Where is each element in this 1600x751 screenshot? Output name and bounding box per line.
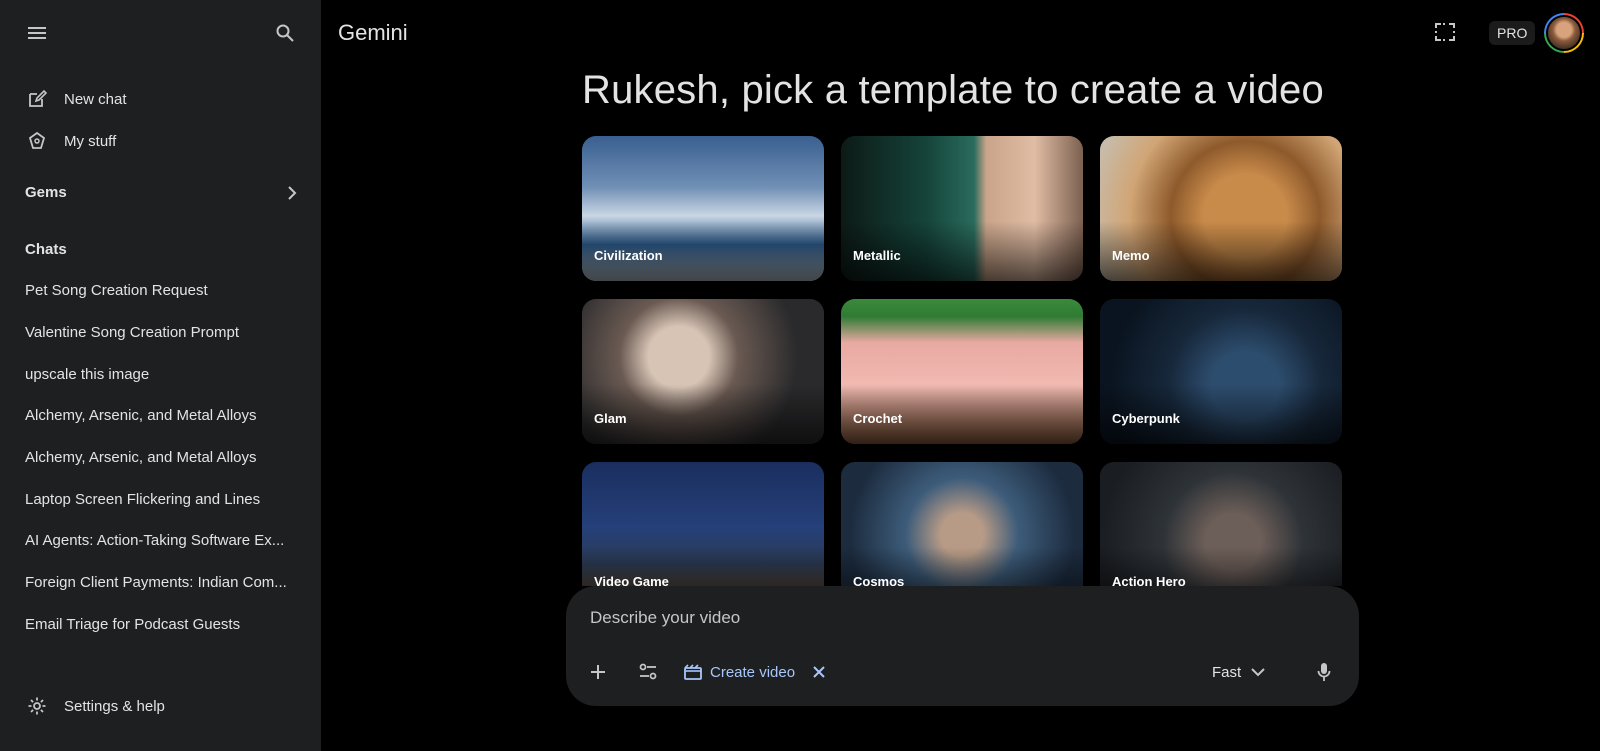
template-label: Civilization xyxy=(594,248,663,263)
template-label: Memo xyxy=(1112,248,1150,263)
edit-icon xyxy=(25,87,49,111)
template-card-glam[interactable]: Glam xyxy=(582,299,824,444)
template-card-memo[interactable]: Memo xyxy=(1100,136,1342,281)
clapperboard-icon xyxy=(682,661,704,683)
template-label: Cyberpunk xyxy=(1112,411,1180,426)
search-button[interactable] xyxy=(267,15,303,51)
gems-section-toggle[interactable]: Gems xyxy=(25,184,297,201)
template-card-video-game[interactable]: Video Game xyxy=(582,462,824,586)
model-mode-select[interactable]: Fast xyxy=(1212,656,1265,688)
template-card-crochet[interactable]: Crochet xyxy=(841,299,1083,444)
sparkle-box-icon xyxy=(25,129,49,153)
chat-history-item[interactable]: Alchemy, Arsenic, and Metal Alloys xyxy=(0,395,321,437)
close-icon xyxy=(813,666,825,678)
hamburger-icon xyxy=(28,27,46,39)
my-stuff-label: My stuff xyxy=(64,132,117,150)
template-label: Video Game xyxy=(594,574,669,586)
new-chat-label: New chat xyxy=(64,90,127,108)
new-chat-button[interactable]: New chat xyxy=(25,87,127,111)
template-label: Glam xyxy=(594,411,627,426)
settings-help-label: Settings & help xyxy=(64,697,165,715)
avatar-image xyxy=(1546,15,1582,51)
template-card-cyberpunk[interactable]: Cyberpunk xyxy=(1100,299,1342,444)
chat-history-item[interactable]: Email Triage for Podcast Guests xyxy=(0,604,321,646)
chat-history-item[interactable]: upscale this image xyxy=(0,353,321,395)
chat-history-item[interactable]: Pet Song Creation Request xyxy=(0,270,321,312)
chevron-down-icon xyxy=(1251,667,1265,677)
my-stuff-button[interactable]: My stuff xyxy=(25,129,116,153)
tune-icon xyxy=(639,663,657,680)
template-card-civilization[interactable]: Civilization xyxy=(582,136,824,281)
sidebar: New chat My stuff Gems Chats Pet Song Cr… xyxy=(0,0,321,751)
plus-icon xyxy=(591,665,605,679)
template-card-cosmos[interactable]: Cosmos xyxy=(841,462,1083,586)
prompt-box: Create video Fast xyxy=(566,586,1359,706)
settings-help-button[interactable]: Settings & help xyxy=(25,694,165,718)
create-video-label: Create video xyxy=(710,663,796,681)
chats-section-title: Chats xyxy=(25,241,67,258)
chat-history-item[interactable]: Valentine Song Creation Prompt xyxy=(0,312,321,354)
template-label: Crochet xyxy=(853,411,903,426)
microphone-button[interactable] xyxy=(1306,654,1342,690)
add-attachment-button[interactable] xyxy=(580,654,616,690)
chat-history-item[interactable]: Laptop Screen Flickering and Lines xyxy=(0,478,321,520)
create-video-chip[interactable]: Create video xyxy=(682,656,795,688)
tools-button[interactable] xyxy=(630,654,666,690)
template-label: Metallic xyxy=(853,248,901,263)
app-title[interactable]: Gemini xyxy=(338,20,408,46)
gems-label: Gems xyxy=(25,184,67,201)
microphone-icon xyxy=(1317,663,1331,681)
crop-frame-icon xyxy=(1435,23,1455,41)
page-title: Rukesh, pick a template to create a vide… xyxy=(582,68,1324,112)
template-label: Cosmos xyxy=(853,574,905,586)
template-grid: Civilization Metallic Memo Glam Crochet … xyxy=(582,136,1343,586)
prompt-input[interactable] xyxy=(590,606,1290,630)
remove-chip-button[interactable] xyxy=(804,656,834,688)
search-icon xyxy=(276,24,294,42)
main-area: Gemini PRO Rukesh, pick a template to cr… xyxy=(321,0,1600,751)
template-label: Action Hero xyxy=(1112,574,1186,586)
mode-label: Fast xyxy=(1212,663,1242,681)
chat-history-item[interactable]: Alchemy, Arsenic, and Metal Alloys xyxy=(0,437,321,479)
plan-badge[interactable]: PRO xyxy=(1489,21,1536,45)
chat-history-list: Pet Song Creation Request Valentine Song… xyxy=(0,270,321,645)
chat-history-item[interactable]: AI Agents: Action-Taking Software Ex... xyxy=(0,520,321,562)
avatar[interactable] xyxy=(1544,13,1584,53)
main-menu-button[interactable] xyxy=(19,15,55,51)
template-card-metallic[interactable]: Metallic xyxy=(841,136,1083,281)
chat-history-item[interactable]: Foreign Client Payments: Indian Com... xyxy=(0,562,321,604)
chevron-right-icon xyxy=(288,185,297,200)
screenshot-button[interactable] xyxy=(1431,18,1459,46)
template-card-action-hero[interactable]: Action Hero xyxy=(1100,462,1342,586)
gear-icon xyxy=(25,694,49,718)
